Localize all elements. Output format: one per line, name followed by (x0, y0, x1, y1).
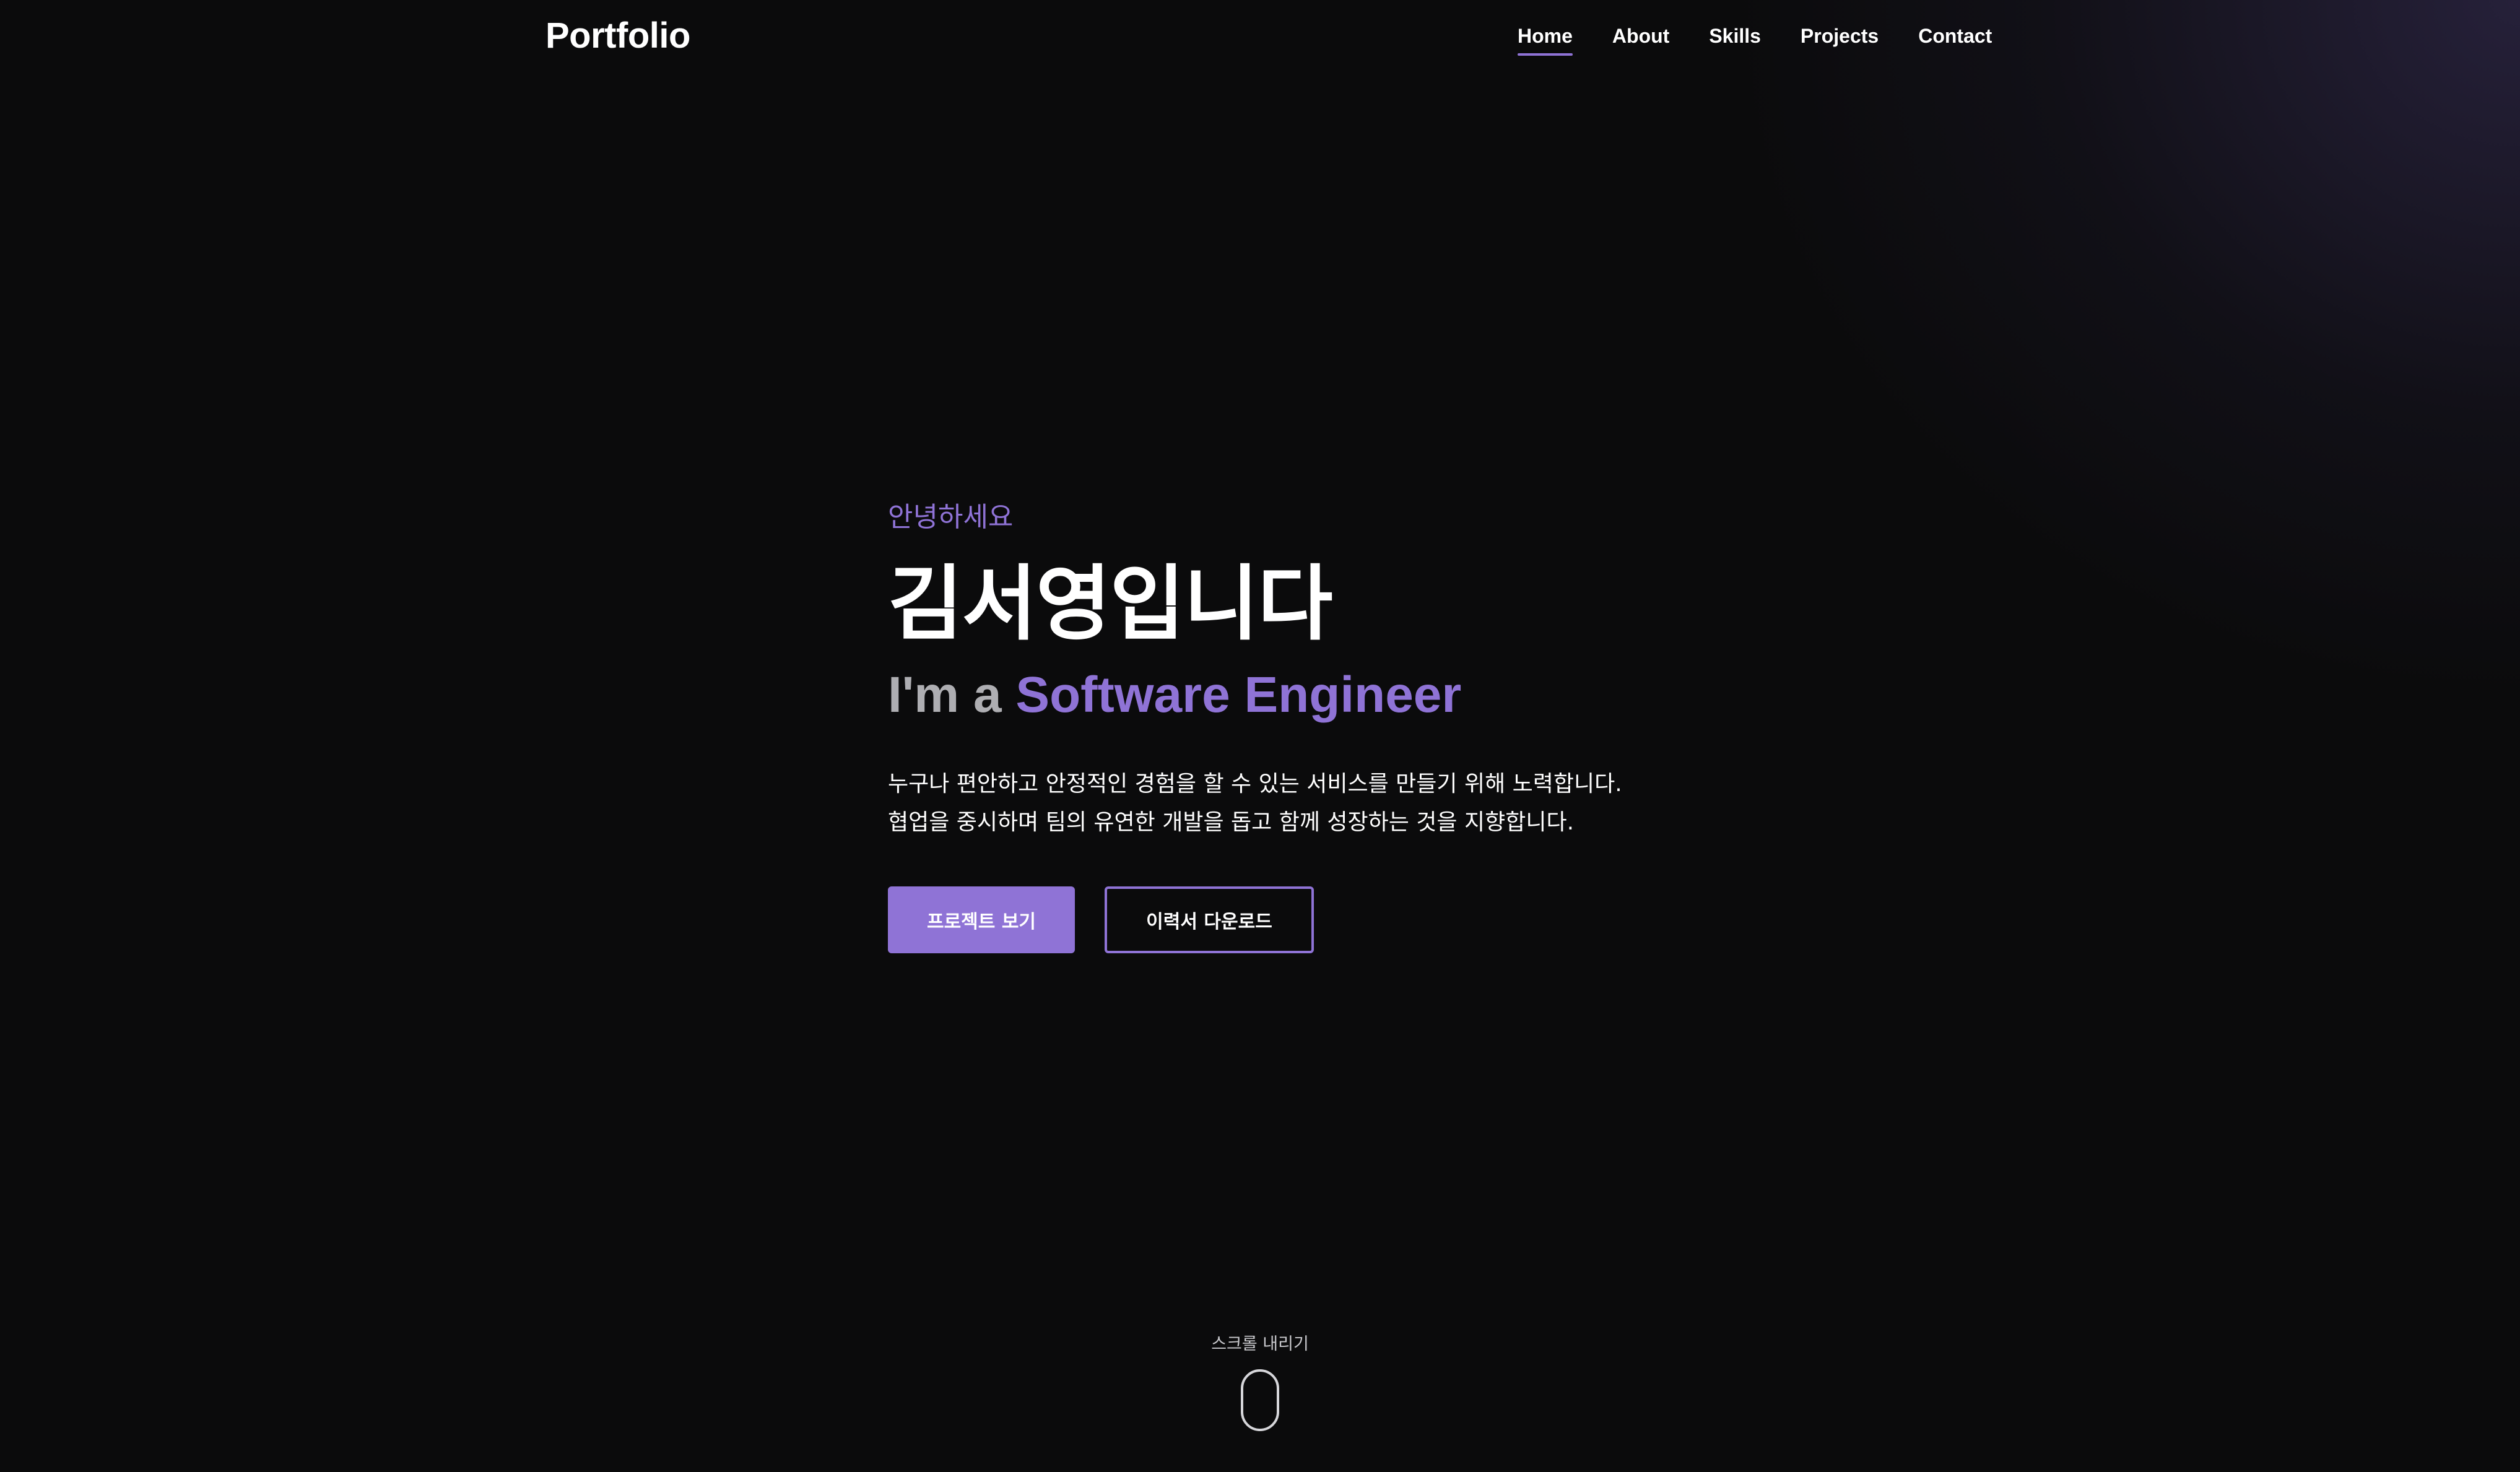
hero-buttons: 프로젝트 보기 이력서 다운로드 (888, 886, 2002, 953)
hero-intro: 누구나 편안하고 안정적인 경험을 할 수 있는 서비스를 만들기 위해 노력합… (888, 765, 2002, 842)
site-logo[interactable]: Portfolio (545, 14, 690, 58)
hero-role-prefix: I'm a (888, 667, 1016, 723)
nav-projects-link[interactable]: Projects (1801, 22, 1879, 50)
hero-intro-line: 협업을 중시하며 팀의 유연한 개발을 돕고 함께 성장하는 것을 지향합니다. (888, 810, 1575, 835)
hero-greeting: 안녕하세요 (888, 501, 1014, 533)
download-resume-button[interactable]: 이력서 다운로드 (1105, 886, 1314, 953)
view-projects-button[interactable]: 프로젝트 보기 (888, 886, 1075, 953)
hero-intro-line: 누구나 편안하고 안정적인 경험을 할 수 있는 서비스를 만들기 위해 노력합… (888, 771, 1622, 797)
hero-role: I'm a Software Engineer (888, 661, 2002, 729)
nav-about-link[interactable]: About (1612, 22, 1669, 50)
mouse-icon[interactable] (1241, 1369, 1279, 1431)
site-header: Portfolio Home About Skills Projects Con… (0, 0, 2520, 74)
hero-name: 김서영입니다 (888, 556, 1333, 652)
nav-home-link[interactable]: Home (1518, 22, 1573, 56)
nav-skills-link[interactable]: Skills (1709, 22, 1761, 50)
hero-section: 안녕하세요 김서영입니다 I'm a Software Engineer 누구나… (888, 493, 2002, 953)
scroll-indicator: 스크롤 내리기 (1136, 1331, 1384, 1431)
main-nav: Home About Skills Projects Contact (1518, 22, 1992, 56)
nav-contact-link[interactable]: Contact (1918, 22, 1992, 50)
scroll-label: 스크롤 내리기 (1211, 1335, 1309, 1354)
hero-role-highlight: Software Engineer (1015, 667, 1462, 723)
